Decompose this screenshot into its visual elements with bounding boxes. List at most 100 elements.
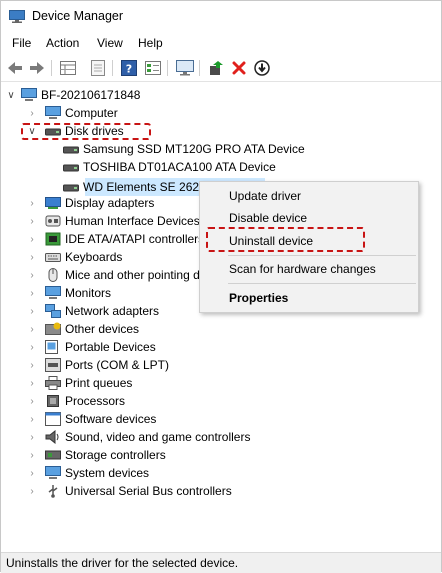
device-manager-app-icon	[9, 10, 25, 23]
scan-hardware-icon[interactable]	[253, 59, 271, 77]
tree-item-system[interactable]: › System devices	[27, 464, 149, 482]
chevron-right-icon[interactable]: ›	[27, 396, 37, 407]
properties-grid-icon[interactable]	[59, 59, 77, 77]
title-bar: Device Manager	[1, 1, 441, 33]
device-tree: ∨ BF-202106171848 › Computer ∨ Disk driv…	[1, 83, 441, 548]
menu-file[interactable]: File	[12, 36, 31, 50]
tree-item-hid[interactable]: › Human Interface Devices	[27, 212, 200, 230]
other-devices-icon	[45, 322, 61, 336]
forward-icon[interactable]	[28, 59, 46, 77]
usb-icon	[45, 484, 61, 498]
device-manager-window: Device Manager File Action View Help ? ∨…	[0, 0, 442, 573]
network-adapter-icon	[45, 304, 61, 318]
chevron-right-icon[interactable]: ›	[27, 342, 37, 353]
tree-item-label: Processors	[65, 394, 126, 408]
keyboard-icon	[45, 250, 61, 264]
software-device-icon	[45, 412, 61, 426]
status-bar: Uninstalls the driver for the selected d…	[1, 552, 441, 573]
chevron-right-icon[interactable]: ›	[27, 216, 37, 227]
chevron-right-icon[interactable]: ›	[27, 270, 37, 281]
menu-action[interactable]: Action	[46, 36, 79, 50]
tree-item-monitors[interactable]: › Monitors	[27, 284, 111, 302]
chevron-right-icon[interactable]: ›	[27, 378, 37, 389]
properties-menu-item[interactable]: Properties	[229, 291, 288, 305]
tree-item-other[interactable]: › Other devices	[27, 320, 139, 338]
menu-view[interactable]: View	[97, 36, 123, 50]
disk-drive-icon	[63, 160, 79, 174]
chevron-right-icon[interactable]: ›	[27, 234, 37, 245]
tree-item-label: IDE ATA/ATAPI controllers	[65, 232, 205, 246]
scan-hardware-menu-item[interactable]: Scan for hardware changes	[229, 262, 376, 276]
chevron-right-icon[interactable]: ›	[27, 414, 37, 425]
tree-item-storage[interactable]: › Storage controllers	[27, 446, 166, 464]
status-text: Uninstalls the driver for the selected d…	[6, 556, 239, 570]
back-icon[interactable]	[6, 59, 24, 77]
toolbar: ?	[1, 54, 441, 82]
tree-item-label: Display adapters	[65, 196, 155, 210]
chevron-right-icon[interactable]: ›	[27, 306, 37, 317]
tree-item-ide[interactable]: › IDE ATA/ATAPI controllers	[27, 230, 204, 248]
printer-icon	[45, 376, 61, 390]
chevron-right-icon[interactable]: ›	[27, 288, 37, 299]
tree-item-label: Keyboards	[65, 250, 123, 264]
tree-item-label: Monitors	[65, 286, 112, 300]
uninstall-icon[interactable]	[230, 59, 248, 77]
update-driver-menu-item[interactable]: Update driver	[229, 189, 301, 203]
chevron-down-icon[interactable]: ∨	[6, 90, 16, 101]
tree-root[interactable]: ∨ BF-202106171848	[6, 86, 140, 104]
monitor-icon[interactable]	[176, 59, 194, 77]
tree-item-keyboards[interactable]: › Keyboards	[27, 248, 122, 266]
tree-item-disk[interactable]: Samsung SSD MT120G PRO ATA Device	[63, 140, 305, 158]
portable-device-icon	[45, 340, 61, 354]
toolbar-separator	[51, 60, 52, 76]
computer-icon	[21, 88, 37, 102]
chevron-right-icon[interactable]: ›	[27, 360, 37, 371]
details-view-icon[interactable]	[144, 59, 162, 77]
chevron-right-icon[interactable]: ›	[27, 432, 37, 443]
chevron-right-icon[interactable]: ›	[27, 108, 37, 119]
tree-item-processors[interactable]: › Processors	[27, 392, 125, 410]
chevron-right-icon[interactable]: ›	[27, 252, 37, 263]
chevron-right-icon[interactable]: ›	[27, 450, 37, 461]
update-driver-icon[interactable]	[207, 59, 225, 77]
help-icon[interactable]: ?	[120, 59, 138, 77]
disk-drive-icon	[63, 180, 79, 194]
tree-item-network[interactable]: › Network adapters	[27, 302, 159, 320]
chevron-right-icon[interactable]: ›	[27, 468, 37, 479]
tree-item-portable[interactable]: › Portable Devices	[27, 338, 156, 356]
tree-item-label: Portable Devices	[65, 340, 156, 354]
tree-item-usb[interactable]: › Universal Serial Bus controllers	[27, 482, 232, 500]
root-computer-name: BF-202106171848	[41, 88, 141, 102]
ide-controller-icon	[45, 232, 61, 246]
tree-item-disk[interactable]: TOSHIBA DT01ACA100 ATA Device	[63, 158, 276, 176]
chevron-right-icon[interactable]: ›	[27, 324, 37, 335]
svg-text:?: ?	[126, 63, 132, 76]
tree-item-sound[interactable]: › Sound, video and game controllers	[27, 428, 250, 446]
chevron-right-icon[interactable]: ›	[27, 486, 37, 497]
disk-drive-icon	[63, 142, 79, 156]
tree-item-label: Universal Serial Bus controllers	[65, 484, 232, 498]
toolbar-separator	[199, 60, 200, 76]
port-icon	[45, 358, 61, 372]
processor-icon	[45, 394, 61, 408]
disable-device-menu-item[interactable]: Disable device	[229, 211, 307, 225]
tree-item-ports[interactable]: › Ports (COM & LPT)	[27, 356, 169, 374]
tree-item-label: Human Interface Devices	[65, 214, 200, 228]
properties-sheet-icon[interactable]	[89, 59, 107, 77]
tree-item-label: Sound, video and game controllers	[65, 430, 251, 444]
computer-icon	[45, 106, 61, 120]
menu-help[interactable]: Help	[138, 36, 163, 50]
speaker-icon	[45, 429, 61, 445]
tree-item-display-adapters[interactable]: › Display adapters	[27, 194, 154, 212]
tree-item-label: Other devices	[65, 322, 140, 336]
tree-item-label: TOSHIBA DT01ACA100 ATA Device	[83, 160, 276, 174]
tree-item-label: Print queues	[65, 376, 133, 390]
tree-item-print-queues[interactable]: › Print queues	[27, 374, 132, 392]
menu-bar: File Action View Help	[1, 33, 441, 53]
tree-item-software[interactable]: › Software devices	[27, 410, 156, 428]
human-interface-icon	[45, 214, 61, 228]
chevron-right-icon[interactable]: ›	[27, 198, 37, 209]
tree-item-computer[interactable]: › Computer	[27, 104, 118, 122]
tree-item-label: Storage controllers	[65, 448, 166, 462]
storage-controller-icon	[45, 448, 61, 462]
